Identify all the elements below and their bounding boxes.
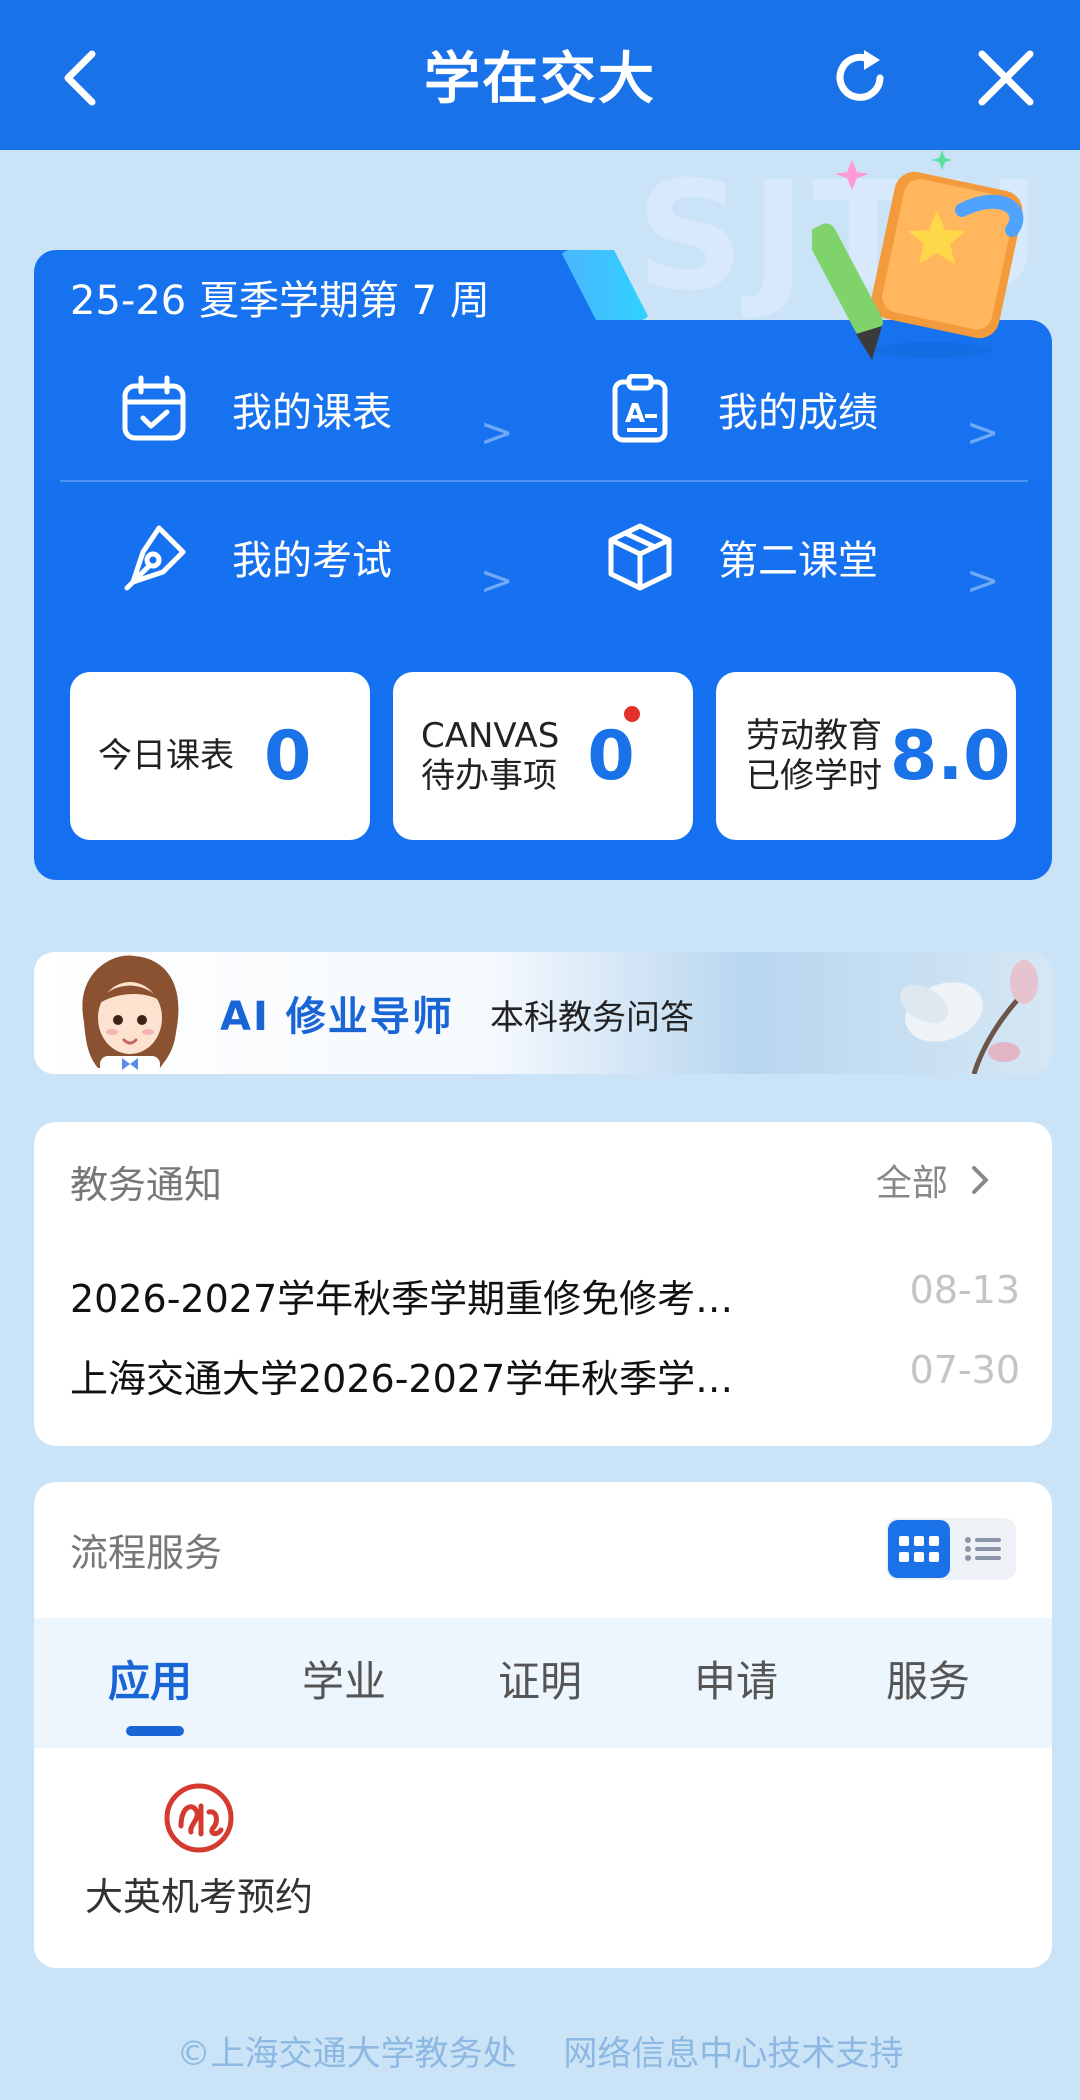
stat-value: 0 (264, 716, 312, 796)
tab-applications[interactable]: 申请 (694, 1648, 778, 1709)
menu-divider (60, 480, 1028, 482)
refresh-icon (836, 50, 884, 101)
grid-view-button[interactable] (888, 1520, 950, 1578)
flow-services-card: 流程服务 应用 学业 证明 申请 服务 大英机考预约 (34, 1482, 1052, 1968)
list-icon (965, 1537, 1001, 1561)
ai-tutor-banner[interactable]: AI 修业导师 本科教务问答 (34, 952, 1052, 1074)
tab-academics[interactable]: 学业 (302, 1648, 386, 1709)
notice-date: 07-30 (909, 1348, 1020, 1392)
stat-label: 待办事项 (421, 756, 557, 796)
semester-label: 25-26 夏季学期第 7 周 (70, 278, 490, 324)
stat-today-schedule[interactable]: 今日课表 0 (70, 672, 370, 840)
ai-tutor-title: AI 修业导师 (220, 994, 454, 1040)
calendar-icon (114, 369, 194, 449)
stat-label: 已修学时 (746, 756, 882, 796)
menu-item-second-classroom[interactable]: 第二课堂 (600, 512, 878, 602)
section-title: 教务通知 (70, 1163, 223, 1207)
stat-value: 0 (587, 716, 635, 796)
tab-services[interactable]: 服务 (886, 1648, 970, 1709)
footer-copyright: ©上海交通大学教务处 (176, 2034, 517, 2074)
list-view-button[interactable] (952, 1520, 1014, 1578)
magnolia-decoration (900, 960, 1038, 1074)
tab-apps[interactable]: 应用 (108, 1648, 192, 1709)
cube-icon (600, 517, 680, 597)
tab-certificates[interactable]: 证明 (498, 1648, 582, 1709)
exam-seal-icon (164, 1783, 234, 1853)
stat-label: CANVAS (421, 716, 560, 756)
notice-item[interactable]: 2026-2027学年秋季学期重修免修考… 08-13 (70, 1268, 1020, 1323)
clipboard-grade-icon: A (600, 369, 680, 449)
refresh-button[interactable] (820, 38, 900, 118)
app-item-english-exam[interactable]: 大英机考预约 (74, 1782, 324, 1921)
view-toggle (886, 1518, 1016, 1580)
section-title: 流程服务 (70, 1531, 223, 1575)
footer: ©上海交通大学教务处 网络信息中心技术支持 (0, 2026, 1080, 2075)
notice-card: 教务通知 全部 2026-2027学年秋季学期重修免修考… 08-13 上海交通… (34, 1122, 1052, 1446)
chevron-right-icon (972, 1166, 989, 1194)
grid-icon (899, 1536, 939, 1562)
tutor-avatar (82, 955, 179, 1074)
chevron-right-icon: > (480, 558, 514, 604)
flow-tabs: 应用 学业 证明 申请 服务 (34, 1618, 1052, 1748)
chevron-right-icon: > (966, 410, 1000, 456)
stat-label: 劳动教育 (746, 716, 882, 756)
view-all-link[interactable]: 全部 (876, 1154, 998, 1206)
notice-date: 08-13 (909, 1268, 1020, 1312)
close-button[interactable] (966, 38, 1046, 118)
menu-item-schedule[interactable]: 我的课表 (114, 364, 392, 454)
book-pencil-icon (812, 150, 1024, 360)
notice-title: 2026-2027学年秋季学期重修免修考… (70, 1277, 734, 1321)
close-icon (978, 50, 1034, 106)
menu-item-exams[interactable]: 我的考试 (114, 512, 392, 602)
pen-nib-icon (114, 517, 194, 597)
menu-label: 我的课表 (232, 390, 392, 436)
ai-tutor-subtitle: 本科教务问答 (490, 998, 694, 1038)
chevron-right-icon: > (966, 558, 1000, 604)
stat-canvas-todo[interactable]: CANVAS 待办事项 0 (393, 672, 693, 840)
app-label: 大英机考预约 (84, 1875, 313, 1919)
top-bar: 学在交大 (0, 0, 1080, 150)
notification-dot (624, 706, 640, 722)
notice-title: 上海交通大学2026-2027学年秋季学… (70, 1357, 734, 1401)
view-all-label: 全部 (876, 1163, 949, 1204)
stat-labor-education[interactable]: 劳动教育 已修学时 8.0 (716, 672, 1016, 840)
notice-item[interactable]: 上海交通大学2026-2027学年秋季学… 07-30 (70, 1348, 1020, 1403)
menu-label: 第二课堂 (718, 538, 878, 584)
menu-label: 我的考试 (232, 538, 392, 584)
active-tab-indicator (126, 1726, 184, 1736)
stat-value: 8.0 (890, 716, 1011, 796)
chevron-right-icon: > (480, 410, 514, 456)
svg-text:A: A (625, 399, 645, 429)
menu-label: 我的成绩 (718, 390, 878, 436)
stat-label: 今日课表 (98, 736, 234, 776)
footer-support: 网络信息中心技术支持 (563, 2034, 904, 2074)
page-title: 学在交大 (424, 47, 656, 112)
menu-item-grades[interactable]: A 我的成绩 (600, 364, 878, 454)
